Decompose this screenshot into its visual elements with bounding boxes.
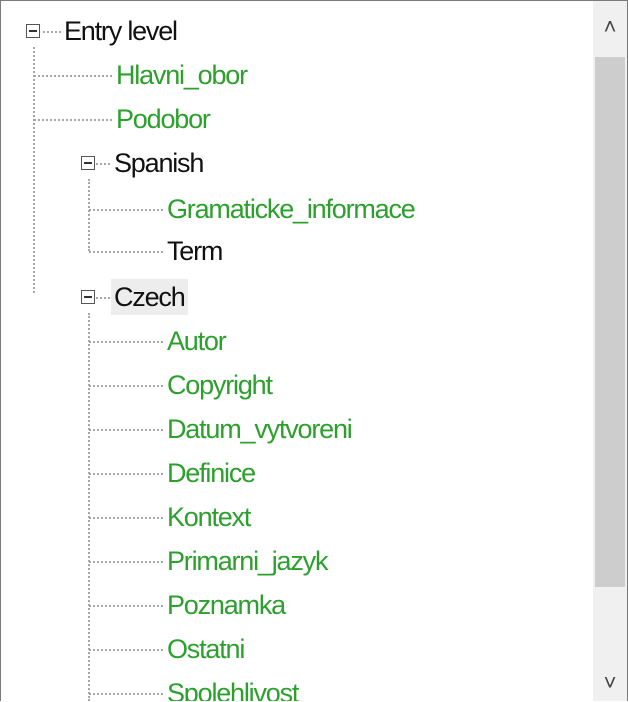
tree-line: [89, 693, 163, 695]
node-label: Autor: [167, 326, 227, 356]
tree-node-czech[interactable]: Czech: [111, 277, 188, 317]
tree-line: [89, 473, 163, 475]
node-label: Poznamka: [167, 590, 286, 620]
tree-node-entry-level[interactable]: Entry level: [61, 11, 180, 51]
tree-line: [34, 75, 112, 77]
node-label: Entry level: [64, 16, 178, 46]
scroll-up-button[interactable]: ˄: [593, 1, 627, 53]
node-label: Copyright: [167, 370, 273, 400]
tree-node-definice[interactable]: Definice: [164, 453, 258, 493]
tree-line: [89, 429, 163, 431]
tree-line: [89, 605, 163, 607]
tree-node-term[interactable]: Term: [164, 231, 225, 271]
tree-node-datum-vytvoreni[interactable]: Datum_vytvoreni: [164, 409, 355, 449]
tree-view: Entry level Hlavni_obor Podobor Spanish …: [0, 0, 628, 701]
node-label: Hlavni_obor: [116, 60, 248, 90]
node-label: Definice: [167, 458, 256, 488]
collapse-icon[interactable]: [81, 290, 95, 304]
node-label: Podobor: [116, 104, 211, 134]
node-label: Spanish: [114, 148, 204, 178]
tree-line: [89, 209, 163, 211]
tree-node-autor[interactable]: Autor: [164, 321, 229, 361]
chevron-up-icon: ˄: [603, 14, 617, 39]
tree-node-podobor[interactable]: Podobor: [113, 99, 213, 139]
tree-line: [89, 517, 163, 519]
tree-line: [89, 251, 163, 253]
node-label: Datum_vytvoreni: [167, 414, 353, 444]
tree-line: [96, 297, 110, 299]
tree-line: [89, 649, 163, 651]
node-label: Czech: [111, 279, 188, 315]
collapse-icon[interactable]: [26, 24, 40, 38]
tree-node-kontext[interactable]: Kontext: [164, 497, 253, 537]
chevron-down-icon: ˅: [603, 670, 617, 695]
tree-node-poznamka[interactable]: Poznamka: [164, 585, 288, 625]
tree-line: [34, 119, 112, 121]
tree-line: [33, 47, 35, 293]
scrollbar-thumb[interactable]: [595, 57, 625, 587]
node-label: Spolehlivost: [167, 678, 299, 701]
tree-line: [88, 313, 90, 701]
tree-node-spolehlivost[interactable]: Spolehlivost: [164, 673, 301, 701]
tree-node-gramaticke-informace[interactable]: Gramaticke_informace: [164, 189, 418, 229]
tree-line: [96, 163, 110, 165]
tree-line: [88, 179, 90, 251]
collapse-icon[interactable]: [81, 156, 95, 170]
tree-line: [43, 31, 61, 33]
node-label: Kontext: [167, 502, 251, 532]
vertical-scrollbar[interactable]: ˄ ˅: [593, 1, 627, 701]
tree-node-spanish[interactable]: Spanish: [111, 143, 206, 183]
tree-line: [89, 561, 163, 563]
node-label: Gramaticke_informace: [167, 194, 416, 224]
tree-node-ostatni[interactable]: Ostatni: [164, 629, 247, 669]
tree-node-primarni-jazyk[interactable]: Primarni_jazyk: [164, 541, 330, 581]
node-label: Ostatni: [167, 634, 245, 664]
tree-node-hlavni-obor[interactable]: Hlavni_obor: [113, 55, 250, 95]
tree-line: [89, 341, 163, 343]
tree-content: Entry level Hlavni_obor Podobor Spanish …: [1, 1, 593, 701]
tree-node-copyright[interactable]: Copyright: [164, 365, 275, 405]
node-label: Primarni_jazyk: [167, 546, 328, 576]
scroll-down-button[interactable]: ˅: [593, 657, 627, 701]
tree-line: [89, 385, 163, 387]
node-label: Term: [167, 236, 223, 266]
